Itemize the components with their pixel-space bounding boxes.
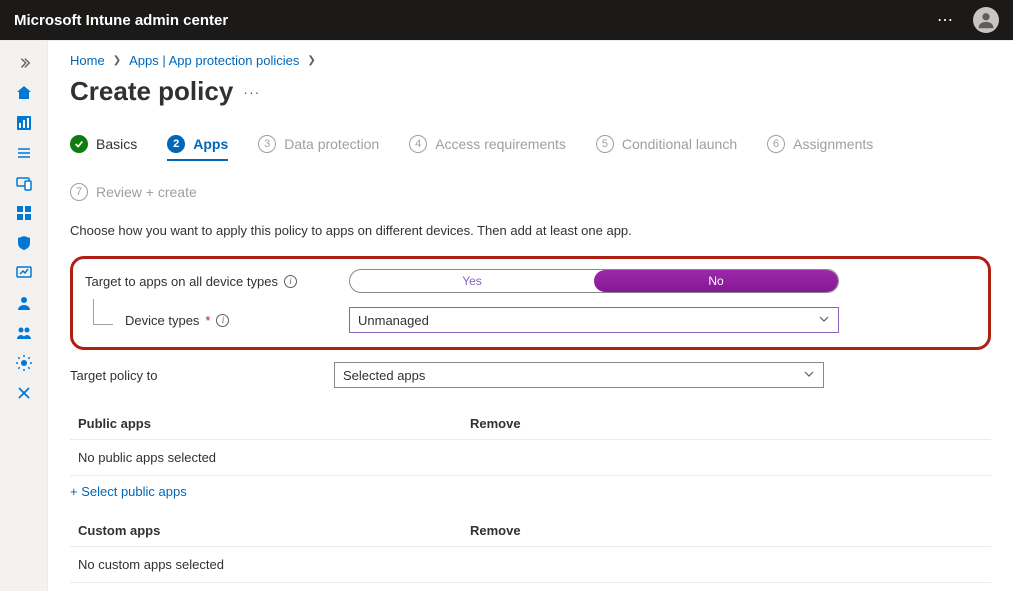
step-number: 4	[409, 135, 427, 153]
brand-title: Microsoft Intune admin center	[14, 12, 228, 29]
nav-troubleshoot-icon[interactable]	[0, 379, 48, 407]
step-label: Assignments	[793, 136, 873, 152]
custom-apps-empty: No custom apps selected	[70, 547, 991, 583]
toggle-yes[interactable]: Yes	[350, 270, 594, 292]
step-review-create[interactable]: 7 Review + create	[70, 183, 197, 201]
step-label: Review + create	[96, 184, 197, 200]
wizard-steps: Basics 2 Apps 3 Data protection 4 Access…	[70, 135, 991, 201]
breadcrumb-apps[interactable]: Apps | App protection policies	[129, 53, 299, 68]
toggle-no[interactable]: No	[594, 270, 838, 292]
step-number: 7	[70, 183, 88, 201]
checkmark-icon	[70, 135, 88, 153]
nav-security-icon[interactable]	[0, 229, 48, 257]
nav-tenant-admin-icon[interactable]	[0, 349, 48, 377]
step-number: 3	[258, 135, 276, 153]
step-number: 6	[767, 135, 785, 153]
device-types-select[interactable]: Unmanaged	[349, 307, 839, 333]
device-types-value: Unmanaged	[358, 313, 429, 328]
indent-line	[93, 299, 113, 325]
target-policy-select[interactable]: Selected apps	[334, 362, 824, 388]
info-icon[interactable]: i	[216, 314, 229, 327]
step-basics[interactable]: Basics	[70, 135, 137, 153]
nav-reports-icon[interactable]	[0, 259, 48, 287]
step-number: 2	[167, 135, 185, 153]
remove-column-heading: Remove	[470, 523, 521, 538]
remove-column-heading: Remove	[470, 416, 521, 431]
public-apps-section: Public apps Remove No public apps select…	[70, 410, 991, 499]
step-label: Data protection	[284, 136, 379, 152]
highlight-box: Target to apps on all device types i Yes…	[70, 256, 991, 350]
nav-dashboard-icon[interactable]	[0, 109, 48, 137]
main-content: Home ❯ Apps | App protection policies ❯ …	[48, 41, 1013, 591]
custom-apps-section: Custom apps Remove No custom apps select…	[70, 517, 991, 591]
step-assignments[interactable]: 6 Assignments	[767, 135, 873, 153]
topbar-more-icon[interactable]: ⋯	[937, 10, 955, 30]
target-policy-value: Selected apps	[343, 368, 425, 383]
step-label: Access requirements	[435, 136, 566, 152]
breadcrumb: Home ❯ Apps | App protection policies ❯	[70, 53, 991, 68]
avatar[interactable]	[973, 7, 999, 33]
nav-all-services-icon[interactable]	[0, 139, 48, 167]
info-icon[interactable]: i	[284, 275, 297, 288]
nav-apps-icon[interactable]	[0, 199, 48, 227]
person-icon	[975, 9, 997, 31]
custom-apps-heading: Custom apps	[78, 523, 470, 538]
chevron-down-icon	[818, 313, 830, 328]
select-public-apps-link[interactable]: + Select public apps	[70, 484, 187, 499]
step-access-requirements[interactable]: 4 Access requirements	[409, 135, 566, 153]
step-apps[interactable]: 2 Apps	[167, 135, 228, 161]
step-data-protection[interactable]: 3 Data protection	[258, 135, 379, 153]
page-title-more-icon[interactable]: ···	[243, 84, 260, 100]
nav-home-icon[interactable]	[0, 79, 48, 107]
device-types-label: Device types	[125, 313, 199, 328]
nav-devices-icon[interactable]	[0, 169, 48, 197]
sidenav	[0, 41, 48, 591]
target-all-toggle[interactable]: Yes No	[349, 269, 839, 293]
required-asterisk: *	[205, 313, 210, 328]
nav-groups-icon[interactable]	[0, 319, 48, 347]
step-label: Conditional launch	[622, 136, 737, 152]
target-policy-label: Target policy to	[70, 368, 157, 383]
step-number: 5	[596, 135, 614, 153]
step-label: Apps	[193, 136, 228, 152]
chevron-right-icon: ❯	[307, 55, 315, 66]
step-label: Basics	[96, 136, 137, 152]
topbar: Microsoft Intune admin center ⋯	[0, 0, 1013, 40]
expand-nav-icon[interactable]	[0, 49, 47, 77]
breadcrumb-home[interactable]: Home	[70, 53, 105, 68]
target-all-label: Target to apps on all device types	[85, 274, 278, 289]
chevron-right-icon: ❯	[113, 55, 121, 66]
page-title: Create policy	[70, 76, 233, 107]
public-apps-heading: Public apps	[78, 416, 470, 431]
nav-users-icon[interactable]	[0, 289, 48, 317]
chevron-down-icon	[803, 368, 815, 383]
public-apps-empty: No public apps selected	[70, 440, 991, 476]
step-conditional-launch[interactable]: 5 Conditional launch	[596, 135, 737, 153]
intro-text: Choose how you want to apply this policy…	[70, 223, 991, 238]
